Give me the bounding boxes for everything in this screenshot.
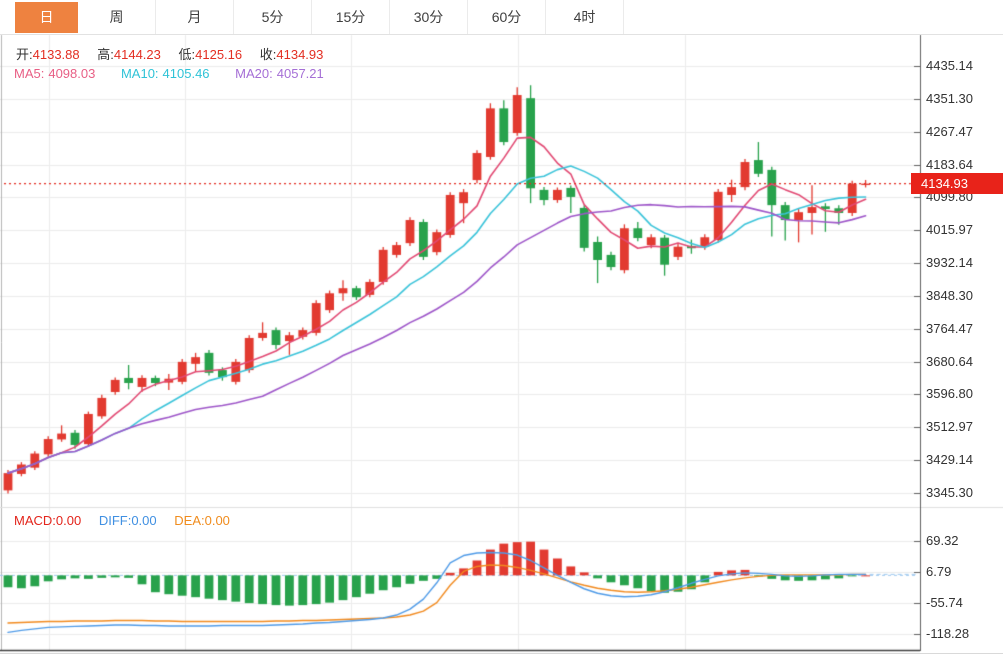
current-price-badge: 4134.93 [911, 173, 1003, 194]
tab-30min[interactable]: 30分 [390, 0, 468, 34]
tab-4hour[interactable]: 4时 [546, 0, 624, 34]
tab-day[interactable]: 日 [15, 2, 78, 33]
timeframe-tabbar: 日 周 月 5分 15分 30分 60分 4时 [0, 0, 1003, 35]
tab-week[interactable]: 周 [78, 0, 156, 34]
candlestick-chart-canvas[interactable] [0, 0, 1003, 653]
tab-month[interactable]: 月 [156, 0, 234, 34]
tabbar-filler [624, 0, 1003, 34]
kline-chart-app: 日 周 月 5分 15分 30分 60分 4时 开:4133.88 高:4144… [0, 0, 1003, 654]
tab-15min[interactable]: 15分 [312, 0, 390, 34]
tab-60min[interactable]: 60分 [468, 0, 546, 34]
tab-5min[interactable]: 5分 [234, 0, 312, 34]
